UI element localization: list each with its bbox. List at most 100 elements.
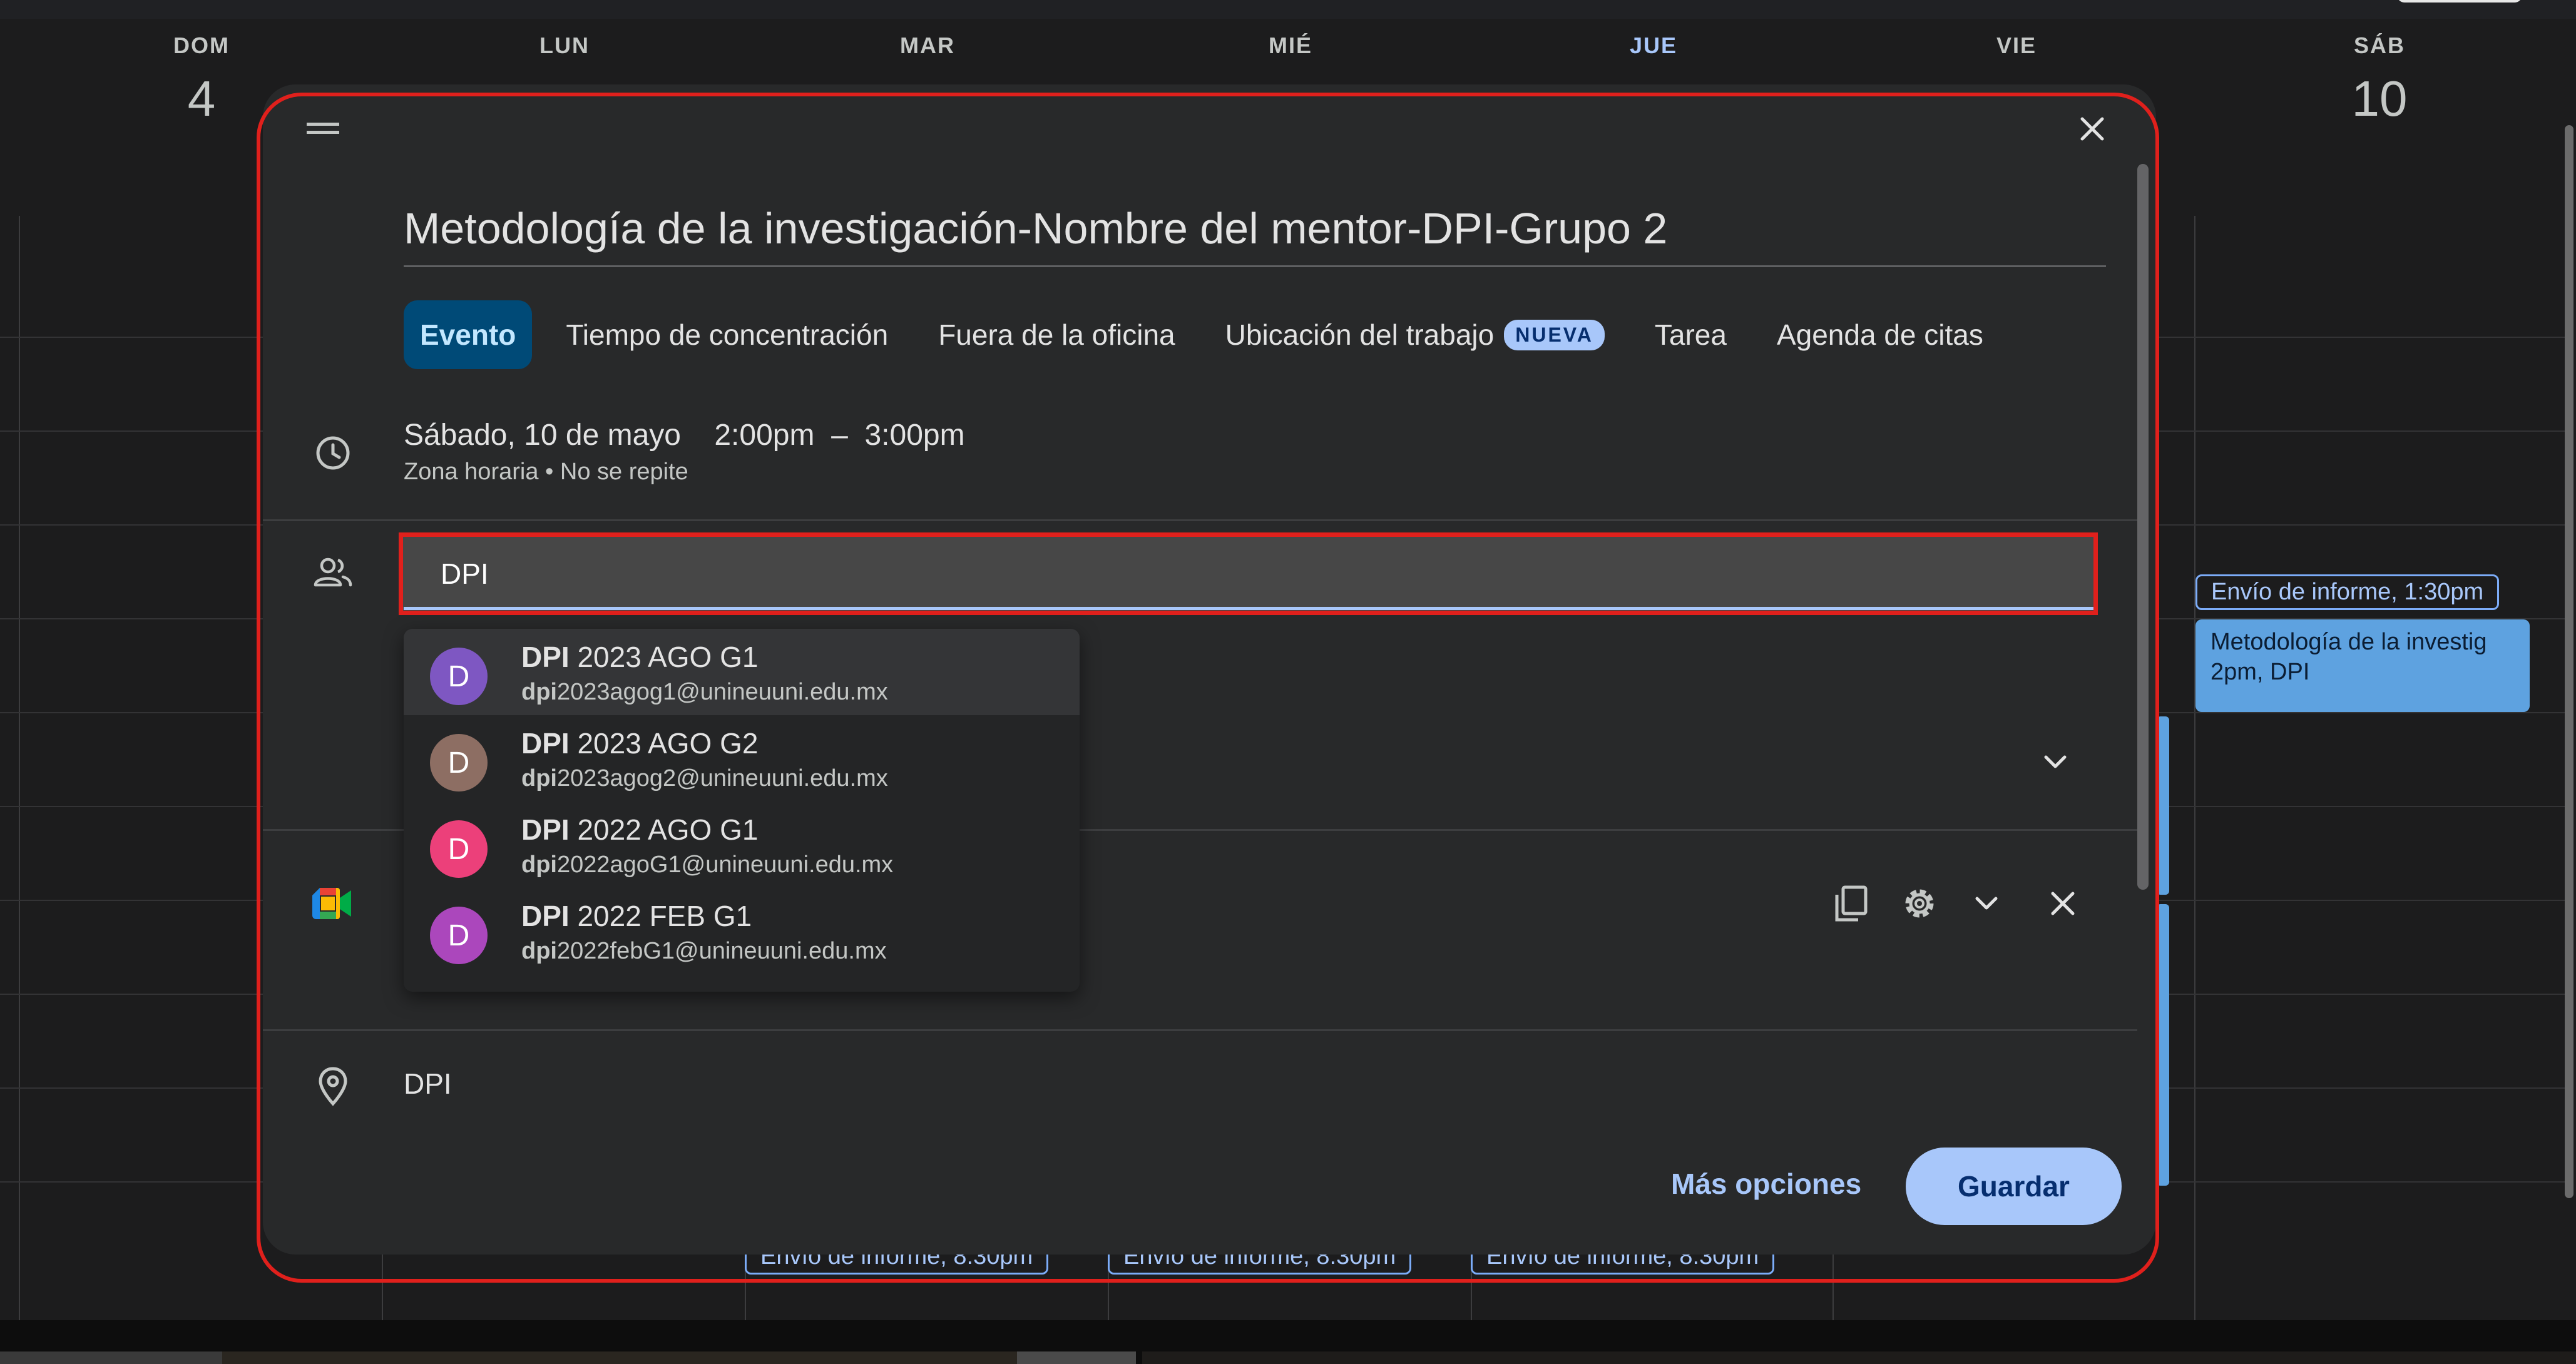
tab-fuera-oficina[interactable]: Fuera de la oficina [922,300,1191,369]
suggestion-item[interactable]: D DPI 2022 FEB G1 dpi2022febG1@unineuuni… [404,888,1080,974]
tab-label: Ubicación del trabajo [1225,318,1495,351]
location-field[interactable]: DPI [404,1067,452,1101]
day-header-tue[interactable]: MAR [746,33,1109,59]
event-chip[interactable]: Envío de informe, 1:30pm [2195,574,2500,610]
event-block[interactable] [2157,904,2169,1186]
guest-suggestions-dropdown: D DPI 2023 AGO G1 dpi2023agog1@unineuuni… [404,629,1080,992]
day-header-wed[interactable]: MIÉ [1109,33,1472,59]
tab-label: Fuera de la oficina [938,318,1175,351]
suggestion-email: dpi2022agoG1@unineuuni.edu.mx [521,852,893,878]
input-focus-underline [404,607,2093,610]
people-icon [312,554,354,591]
chevron-down-icon[interactable] [1970,887,2003,920]
save-button[interactable]: Guardar [1906,1148,2122,1225]
email-rest: 2022febG1@unineuuni.edu.mx [556,938,887,964]
clock-icon [313,433,353,473]
suggestion-name: DPI 2022 AGO G1 [521,813,758,847]
name-rest: 2022 FEB G1 [569,900,752,932]
email-rest: 2023agog2@unineuuni.edu.mx [556,765,888,791]
suggestion-name: DPI 2022 FEB G1 [521,899,752,933]
event-chip[interactable]: Metodología de la investig 2pm, DPI [2195,619,2530,712]
match-text: dpi [521,765,557,791]
event-title-input[interactable]: Metodología de la investigación-Nombre d… [404,203,1667,253]
tab-agenda-citas[interactable]: Agenda de citas [1761,300,2000,369]
suggestion-item[interactable]: D DPI 2023 AGO G2 dpi2023agog2@unineuuni… [404,715,1080,802]
divider [263,1029,2137,1031]
tab-ubicacion-trabajo[interactable]: Ubicación del trabajo NUEVA [1209,300,1621,369]
name-rest: 2022 AGO G1 [569,813,759,846]
tab-label: Tarea [1654,318,1727,351]
gear-icon[interactable] [1899,883,1940,924]
suggestion-email: dpi2023agog1@unineuuni.edu.mx [521,679,888,706]
day-name: MAR [900,33,955,58]
match-text: dpi [521,852,557,878]
tab-tarea[interactable]: Tarea [1638,300,1743,369]
divider [263,519,2137,521]
match-text: DPI [521,813,570,846]
email-rest: 2022agoG1@unineuuni.edu.mx [556,852,894,878]
day-header-mon[interactable]: LUN [383,33,746,59]
close-icon[interactable] [2045,886,2080,921]
event-datetime[interactable]: Sábado, 10 de mayo 2:00pm – 3:00pm [404,418,965,452]
match-text: dpi [521,679,557,705]
suggestion-item[interactable]: D DPI 2023 AGO G1 dpi2023agog1@unineuuni… [404,629,1080,715]
day-header-sat[interactable]: SÁB 10 [2198,33,2561,128]
name-rest: 2023 AGO G1 [569,641,759,673]
match-text: DPI [521,900,570,932]
day-name: LUN [539,33,590,58]
taskbar-segment [0,1351,222,1364]
avatar: D [430,648,488,705]
event-title: Metodología de la investig [2211,629,2487,655]
suggestion-name: DPI 2023 AGO G1 [521,640,758,674]
calendar-scrollbar[interactable] [2565,125,2573,1198]
event-subtitle: 2pm, DPI [2211,659,2310,685]
suggestion-item[interactable]: D DPI 2022 AGO G1 dpi2022agoG1@unineuuni… [404,802,1080,888]
suggestion-email: dpi2023agog2@unineuuni.edu.mx [521,765,888,792]
taskbar-segment [222,1351,1017,1364]
suggestion-name: DPI 2023 AGO G2 [521,726,758,760]
chevron-down-icon[interactable] [2039,746,2072,778]
dialog-scrollbar[interactable] [2137,164,2149,890]
name-rest: 2023 AGO G2 [569,727,759,760]
day-name: VIE [1996,33,2037,58]
title-underline [404,265,2106,267]
event-block[interactable] [2157,716,2169,895]
google-meet-icon[interactable] [310,886,354,921]
day-name: JUE [1629,33,1678,58]
tab-evento[interactable]: Evento [404,300,533,369]
avatar: D [430,820,488,878]
tab-label: Agenda de citas [1776,318,1983,351]
day-header-thu[interactable]: JUE [1472,33,1835,59]
avatar: D [430,907,488,964]
day-number: 10 [2351,71,2408,126]
day-name: MIÉ [1268,33,1312,58]
more-options-button[interactable]: Más opciones [1659,1153,1874,1215]
location-pin-icon [313,1065,353,1107]
new-badge: NUEVA [1504,319,1605,350]
tab-tiempo-concentracion[interactable]: Tiempo de concentración [549,300,904,369]
top-pill [2397,0,2522,3]
match-text: DPI [521,641,570,673]
day-header-fri[interactable]: VIE [1835,33,2198,59]
timezone-recurrence[interactable]: Zona horaria • No se repite [404,459,688,486]
taskbar-segment [1017,1351,1136,1364]
event-type-tabs: Evento Tiempo de concentración Fuera de … [404,299,2000,370]
taskbar-segment [1142,1351,2576,1364]
tab-label: Tiempo de concentración [566,318,889,351]
email-rest: 2023agog1@unineuuni.edu.mx [556,679,888,705]
grid-line [2194,216,2195,1320]
guest-search-input[interactable]: DPI [399,532,2098,615]
copy-icon[interactable] [1831,883,1871,924]
tab-label: Evento [420,318,516,351]
top-strip [0,0,2576,19]
suggestion-email: dpi2022febG1@unineuuni.edu.mx [521,938,887,965]
match-text: DPI [521,727,570,760]
day-name: DOM [173,33,230,58]
grid-line [19,216,20,1320]
close-icon[interactable] [2075,111,2110,146]
avatar: D [430,734,488,791]
drag-handle-icon[interactable] [307,119,339,139]
match-text: dpi [521,938,557,964]
day-name: SÁB [2353,33,2405,58]
guest-input-text: DPI [441,557,489,590]
